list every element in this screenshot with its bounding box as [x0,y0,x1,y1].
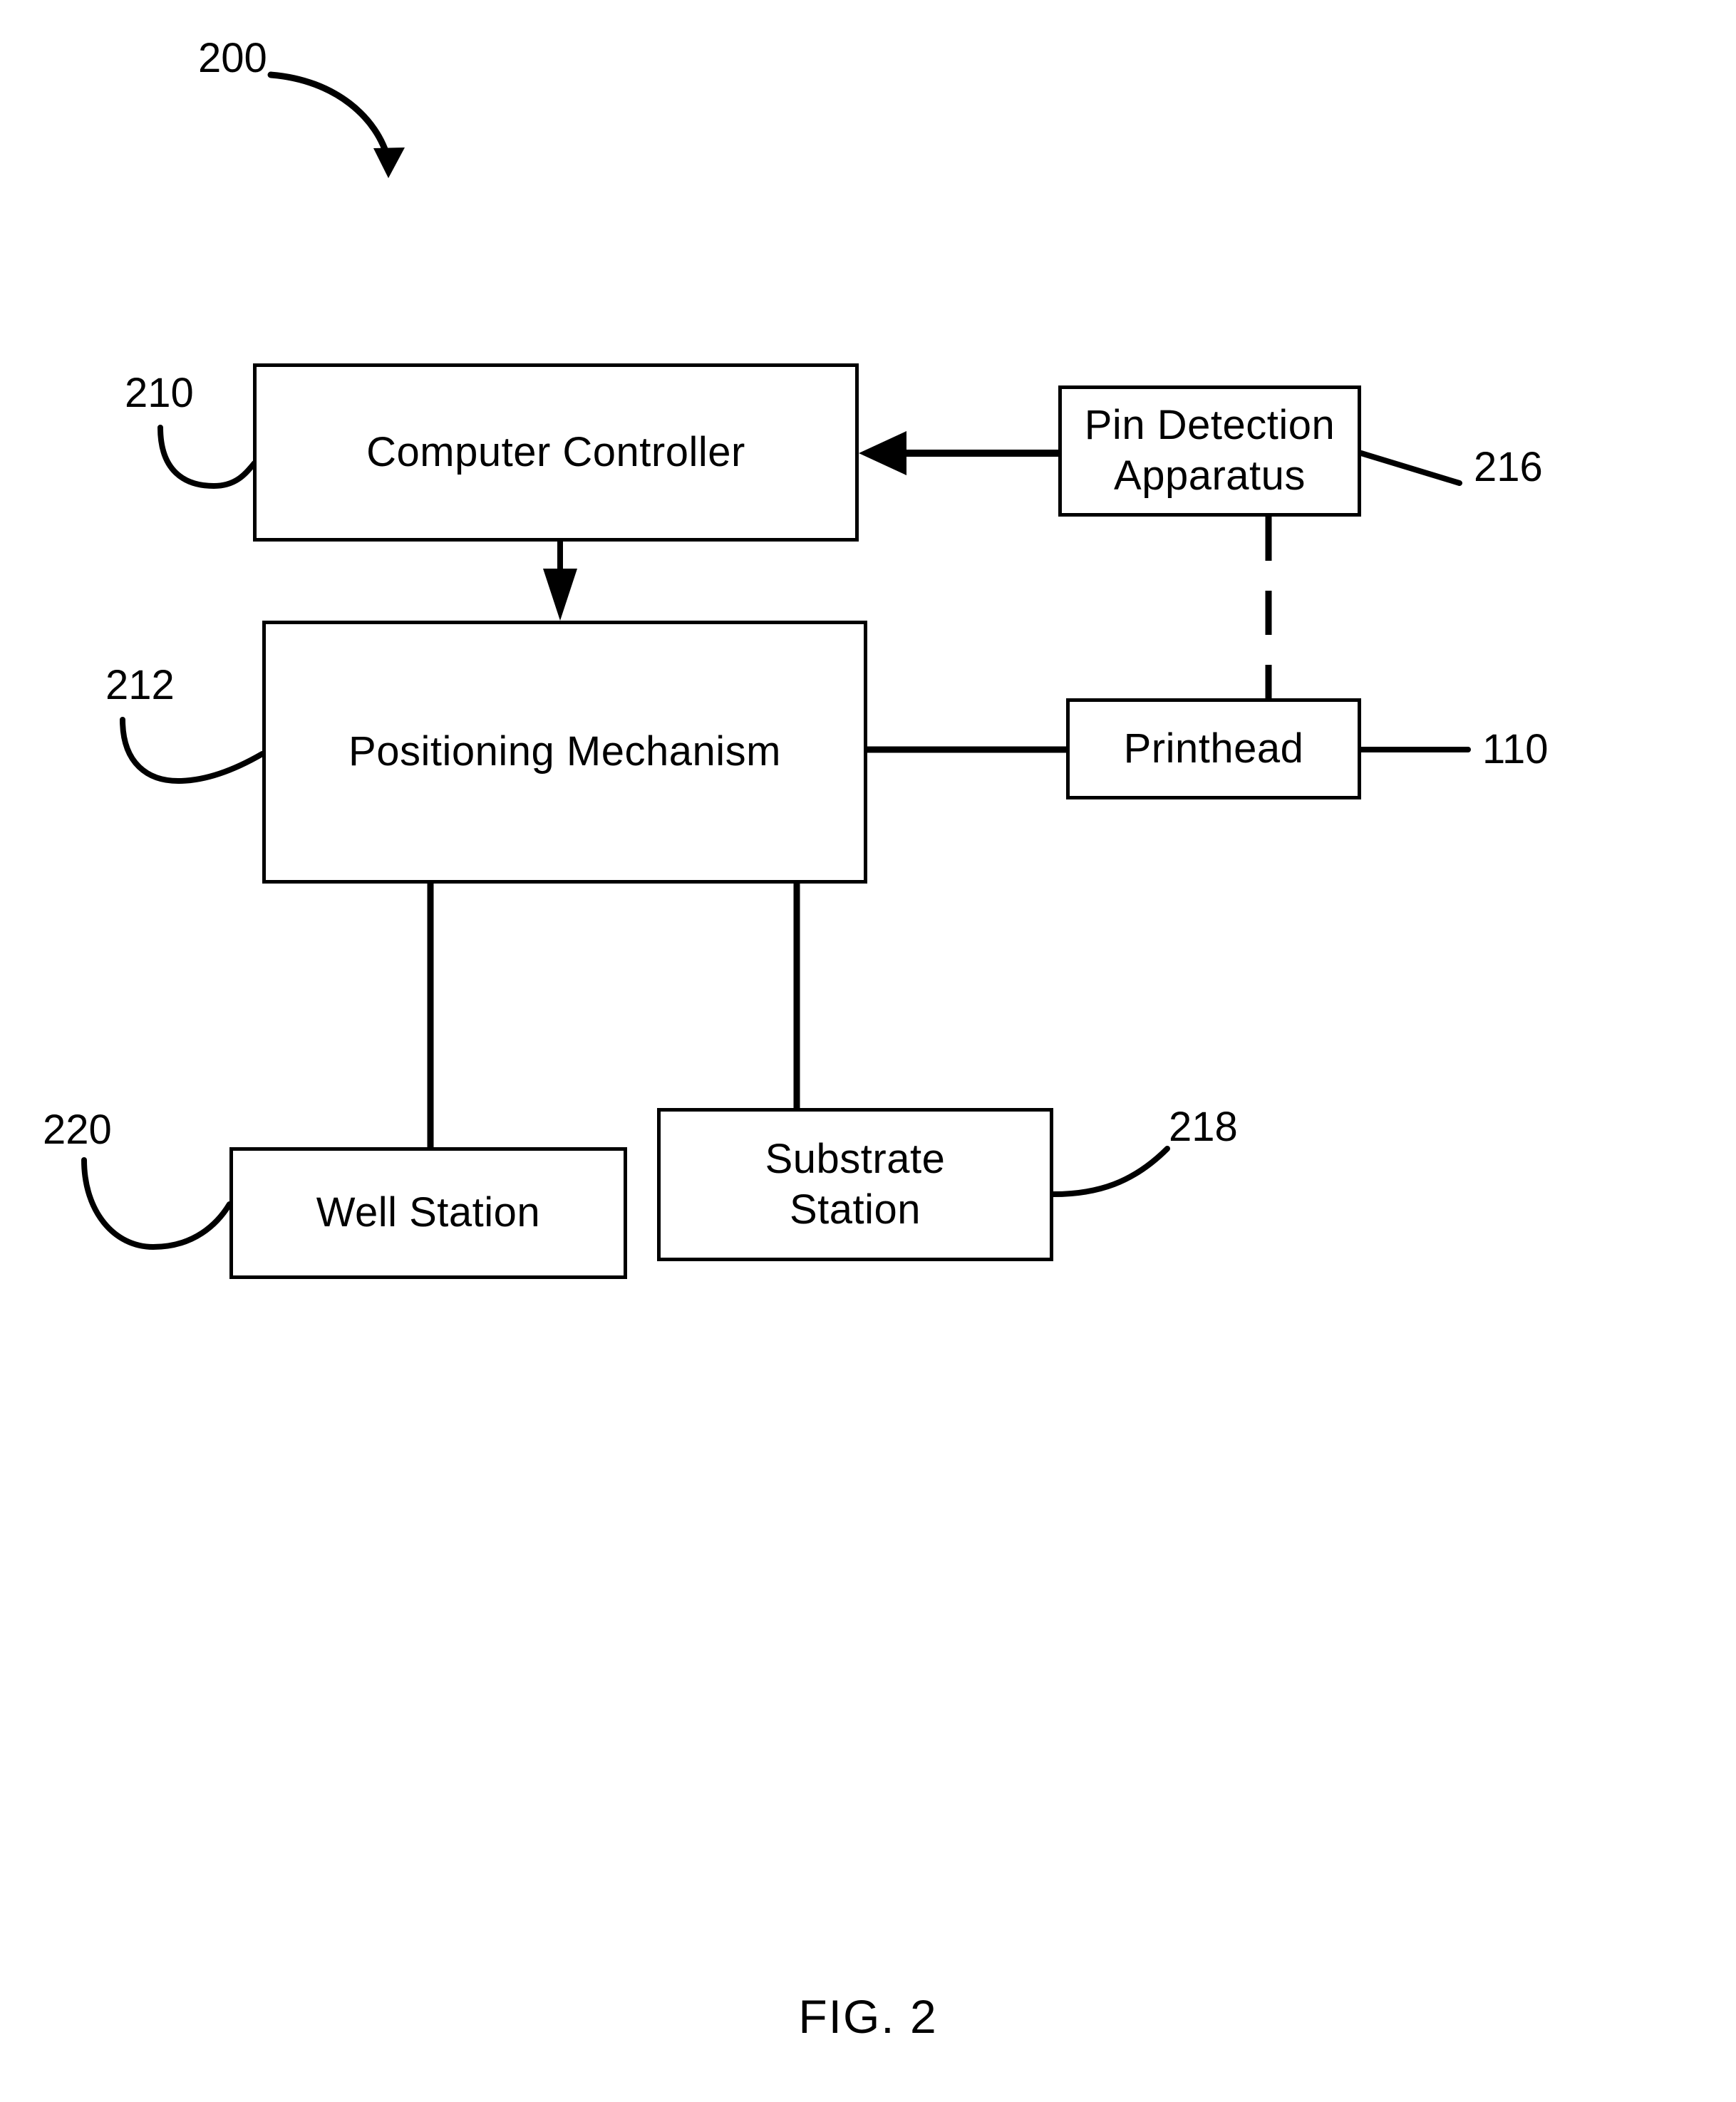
block-pin-detection-apparatus-label: Pin Detection Apparatus [1084,402,1335,499]
block-well-station: Well Station [229,1147,627,1279]
leader-220 [81,1157,232,1251]
leader-216 [1358,450,1462,486]
reference-label-216: 216 [1474,444,1543,490]
reference-label-218: 218 [1169,1104,1238,1150]
diagram-connectors [81,71,1471,1251]
reference-label-200: 200 [198,35,267,81]
block-computer-controller-label: Computer Controller [366,428,745,475]
reference-label-212: 212 [105,662,175,708]
leader-212 [120,717,265,785]
block-positioning-mechanism: Positioning Mechanism [262,621,867,884]
figure-caption: FIG. 2 [798,1990,938,2043]
reference-label-210: 210 [125,370,194,416]
block-printhead: Printhead [1066,698,1361,799]
connector-controller-to-positioning [543,542,577,621]
leader-218 [1050,1146,1170,1197]
block-printhead-label: Printhead [1123,725,1304,772]
block-pin-detection-apparatus: Pin Detection Apparatus [1058,385,1361,517]
figure-page: 200 210 212 216 110 218 220 Computer Con… [0,0,1736,2102]
block-computer-controller: Computer Controller [253,363,859,542]
leader-200 [267,71,405,178]
block-positioning-mechanism-label: Positioning Mechanism [348,728,781,775]
leader-210 [157,425,257,490]
block-substrate-station-label: Substrate Station [765,1135,946,1233]
block-substrate-station: Substrate Station [657,1108,1053,1261]
block-well-station-label: Well Station [316,1189,541,1236]
reference-label-220: 220 [43,1107,112,1153]
reference-label-110: 110 [1482,726,1549,772]
connector-pin-detection-to-controller [859,431,1058,475]
